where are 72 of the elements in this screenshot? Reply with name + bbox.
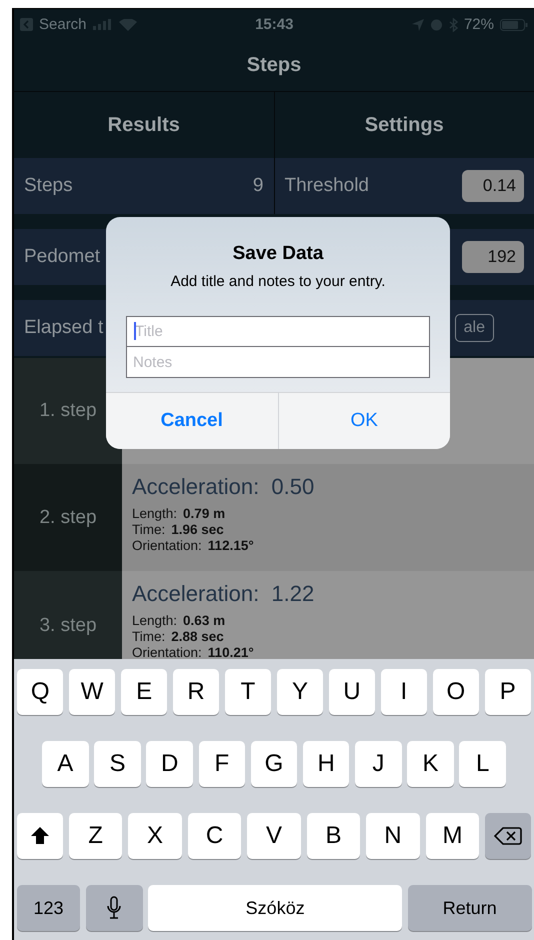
dialog-title: Save Data bbox=[232, 243, 324, 265]
key[interactable]: N bbox=[366, 813, 420, 859]
step-number: 3. step bbox=[39, 615, 97, 637]
setting-label: Threshold bbox=[284, 175, 369, 197]
result-label: Pedomet bbox=[24, 246, 100, 268]
backspace-key[interactable] bbox=[484, 813, 531, 859]
key[interactable]: Q bbox=[17, 669, 64, 715]
bluetooth-icon bbox=[448, 18, 458, 32]
key[interactable]: V bbox=[247, 813, 301, 859]
return-key[interactable]: Return bbox=[408, 885, 532, 931]
key[interactable]: Y bbox=[276, 669, 324, 715]
text-field[interactable]: Title bbox=[126, 316, 430, 347]
step-detail: Length: 0.63 m bbox=[132, 613, 226, 629]
gender-button[interactable]: ale bbox=[454, 314, 494, 342]
nav-title: Steps bbox=[246, 54, 302, 77]
step-detail: Time: 2.88 sec bbox=[132, 629, 225, 645]
text-field[interactable]: Notes bbox=[126, 347, 430, 378]
key[interactable]: F bbox=[198, 741, 246, 787]
result-value: 9 bbox=[252, 175, 264, 197]
key[interactable]: T bbox=[224, 669, 272, 715]
result-label: Elapsed t bbox=[24, 317, 104, 339]
step-detail: Length: 0.79 m bbox=[132, 506, 226, 522]
key[interactable]: E bbox=[120, 669, 168, 715]
key[interactable]: W bbox=[68, 669, 116, 715]
column-header: Results bbox=[108, 114, 180, 136]
numbers-key[interactable]: 123 bbox=[17, 885, 80, 931]
step-detail: Time: 1.96 sec bbox=[132, 522, 225, 538]
back-icon bbox=[20, 18, 33, 31]
setting-field[interactable]: 0.14 bbox=[462, 170, 524, 202]
shift-icon bbox=[30, 826, 50, 846]
step-number: 2. step bbox=[39, 506, 97, 528]
wifi-icon bbox=[118, 18, 137, 30]
space-key[interactable]: Szóköz bbox=[148, 885, 402, 931]
acceleration-value: Acceleration: 1.22 bbox=[132, 581, 316, 607]
signal-icon bbox=[92, 19, 113, 30]
key[interactable]: J bbox=[355, 741, 402, 787]
key[interactable]: A bbox=[42, 741, 89, 787]
shift-key[interactable] bbox=[17, 813, 63, 859]
dialog-message: Add title and notes to your entry. bbox=[170, 273, 386, 290]
acceleration-value: Acceleration: 0.50 bbox=[132, 474, 316, 500]
key[interactable]: Z bbox=[68, 813, 122, 859]
key[interactable]: M bbox=[426, 813, 480, 859]
backspace-icon bbox=[494, 826, 522, 846]
key[interactable]: D bbox=[146, 741, 193, 787]
key[interactable]: S bbox=[94, 741, 141, 787]
step-detail: Orientation: 112.15° bbox=[132, 538, 255, 554]
column-header: Settings bbox=[364, 114, 444, 136]
step-number: 1. step bbox=[39, 400, 97, 422]
result-label: Steps bbox=[24, 175, 73, 197]
setting-field[interactable]: 192 bbox=[462, 241, 524, 273]
key[interactable]: U bbox=[328, 669, 376, 715]
key[interactable]: P bbox=[484, 669, 531, 715]
dialog-button[interactable]: OK bbox=[278, 393, 450, 449]
key[interactable]: C bbox=[188, 813, 242, 859]
key[interactable]: B bbox=[306, 813, 360, 859]
key[interactable]: O bbox=[432, 669, 479, 715]
clock-time: 15:43 bbox=[255, 16, 294, 33]
microphone-icon bbox=[107, 896, 122, 920]
battery-percent: 72% bbox=[464, 16, 494, 33]
key[interactable]: H bbox=[302, 741, 350, 787]
back-label[interactable]: Search bbox=[39, 16, 87, 33]
microphone-key[interactable] bbox=[86, 885, 143, 931]
key[interactable]: R bbox=[172, 669, 220, 715]
step-detail: Orientation: 110.21° bbox=[132, 645, 255, 661]
key[interactable]: X bbox=[128, 813, 182, 859]
key[interactable]: K bbox=[407, 741, 454, 787]
key[interactable]: I bbox=[380, 669, 428, 715]
location-icon bbox=[412, 18, 424, 30]
battery-icon bbox=[500, 18, 528, 30]
key[interactable]: G bbox=[250, 741, 298, 787]
dialog-button[interactable]: Cancel bbox=[106, 393, 278, 449]
key[interactable]: L bbox=[459, 741, 506, 787]
